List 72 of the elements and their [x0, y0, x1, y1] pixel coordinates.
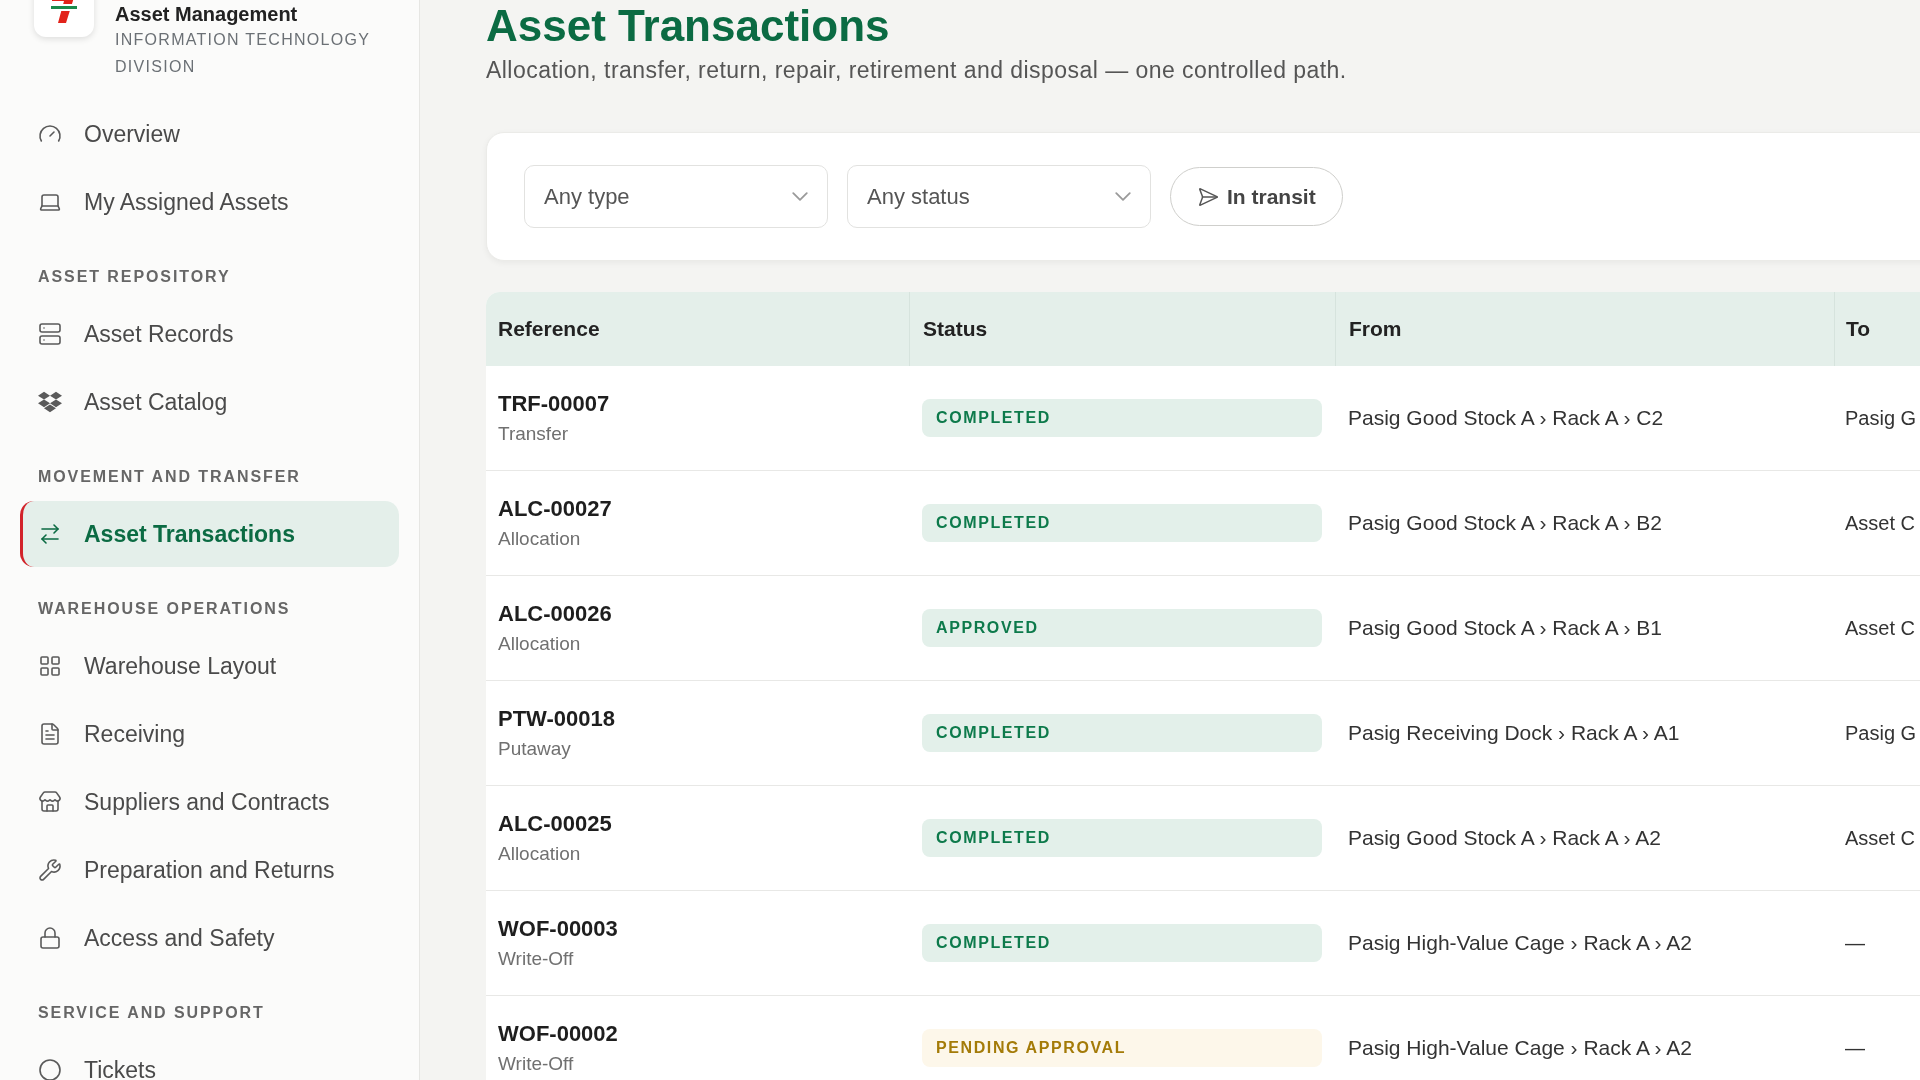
- nav-item[interactable]: Preparation and Returns: [20, 837, 399, 903]
- destination-text: Pasig G: [1845, 406, 1917, 431]
- destination-text: Asset C: [1845, 616, 1916, 641]
- reference-code: TRF-00007: [498, 390, 611, 418]
- location-path: Pasig Good Stock A › Rack A › A2: [1348, 825, 1661, 852]
- transaction-type: Transfer: [498, 422, 570, 446]
- nav-item[interactable]: Access and Safety: [20, 905, 399, 971]
- chevron-down-icon: [792, 192, 808, 201]
- section-heading: ASSET REPOSITORY: [38, 267, 232, 287]
- in-transit-toggle[interactable]: In transit: [1170, 167, 1343, 226]
- destination-text: Asset C: [1845, 826, 1916, 851]
- column-header: Status: [923, 316, 988, 343]
- chevron-down-icon: [1115, 192, 1131, 201]
- open-box-icon: [38, 390, 62, 414]
- server-icon: [38, 322, 62, 346]
- lock-icon: [38, 926, 62, 950]
- document-icon: [38, 722, 62, 746]
- reference-code: ALC-00025: [498, 810, 613, 838]
- transaction-type: Putaway: [498, 737, 572, 761]
- reference-code: WOF-00003: [498, 915, 619, 943]
- grid-icon: [38, 654, 62, 678]
- nav-item[interactable]: Asset Transactions: [20, 501, 399, 567]
- reference-code: PTW-00018: [498, 705, 616, 733]
- brand-title: Asset Management: [115, 2, 299, 26]
- destination-text: —: [1845, 1036, 1865, 1061]
- location-path: Pasig Good Stock A › Rack A › B2: [1348, 510, 1662, 537]
- nav-item[interactable]: Asset Catalog: [20, 369, 399, 435]
- destination-text: —: [1845, 931, 1865, 956]
- transaction-type: Allocation: [498, 527, 582, 551]
- transaction-type: Allocation: [498, 842, 582, 866]
- nav-item[interactable]: Overview: [20, 101, 399, 167]
- status-badge: COMPLETED: [922, 924, 1322, 962]
- destination-text: Pasig G: [1845, 721, 1917, 746]
- location-path: Pasig Good Stock A › Rack A › B1: [1348, 615, 1662, 642]
- nav-item[interactable]: Warehouse Layout: [20, 633, 399, 699]
- reference-code: ALC-00027: [498, 495, 613, 523]
- status-badge: COMPLETED: [922, 819, 1322, 857]
- column-header: From: [1349, 316, 1402, 343]
- status-badge: COMPLETED: [922, 714, 1322, 752]
- nav-item[interactable]: Suppliers and Contracts: [20, 769, 399, 835]
- nav-item[interactable]: Tickets: [20, 1037, 399, 1080]
- nav-item[interactable]: Receiving: [20, 701, 399, 767]
- transaction-type: Write-Off: [498, 1052, 575, 1076]
- section-heading: WAREHOUSE OPERATIONS: [38, 599, 292, 619]
- transaction-type: Write-Off: [498, 947, 575, 971]
- page-subtitle: Allocation, transfer, return, repair, retirement and disposal — one controlled path.: [486, 56, 1348, 84]
- reference-code: ALC-00026: [498, 600, 613, 628]
- wrench-icon: [38, 858, 62, 882]
- type-select[interactable]: Any type: [524, 165, 828, 228]
- nav-item[interactable]: Asset Records: [20, 301, 399, 367]
- nav-item[interactable]: My Assigned Assets: [20, 169, 399, 235]
- page-title: Asset Transactions: [486, 2, 891, 50]
- column-header: Reference: [498, 316, 600, 343]
- location-path: Pasig Receiving Dock › Rack A › A1: [1348, 720, 1680, 747]
- section-heading: MOVEMENT AND TRANSFER: [38, 467, 302, 487]
- brand-subtitle: INFORMATION TECHNOLOGY DIVISION: [115, 30, 371, 77]
- location-path: Pasig Good Stock A › Rack A › C2: [1348, 405, 1664, 432]
- section-heading: SERVICE AND SUPPORT: [38, 1003, 266, 1023]
- destination-text: Asset C: [1845, 511, 1916, 536]
- status-select[interactable]: Any status: [847, 165, 1151, 228]
- transaction-type: Allocation: [498, 632, 582, 656]
- status-badge: COMPLETED: [922, 504, 1322, 542]
- status-badge: PENDING APPROVAL: [922, 1029, 1322, 1067]
- storefront-icon: [38, 790, 62, 814]
- status-badge: COMPLETED: [922, 399, 1322, 437]
- swap-arrows-icon: [38, 522, 62, 546]
- location-path: Pasig High-Value Cage › Rack A › A2: [1348, 1035, 1692, 1062]
- status-badge: APPROVED: [922, 609, 1322, 647]
- paper-plane-icon: [1197, 185, 1219, 208]
- reference-code: WOF-00002: [498, 1020, 619, 1048]
- location-path: Pasig High-Value Cage › Rack A › A2: [1348, 930, 1692, 957]
- column-header: To: [1846, 316, 1871, 343]
